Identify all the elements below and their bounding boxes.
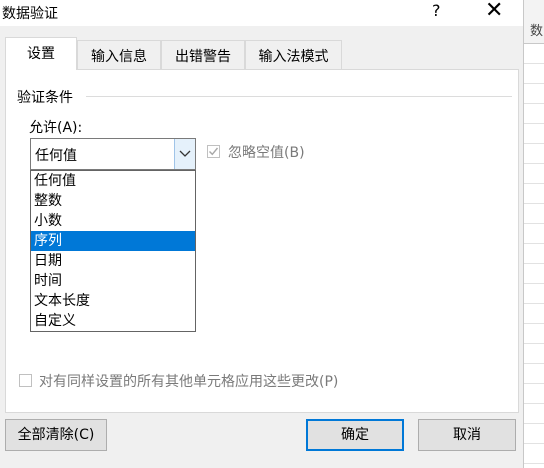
allow-label: 允许(A):: [29, 120, 83, 136]
apply-all-label: 对有同样设置的所有其他单元格应用这些更改(P): [39, 374, 339, 390]
help-button[interactable]: ?: [432, 1, 441, 20]
tab-error-alert[interactable]: 出错警告: [161, 40, 245, 69]
list-item[interactable]: 文本长度: [31, 291, 195, 311]
validation-criteria-label: 验证条件: [17, 90, 73, 106]
chevron-down-icon: [179, 150, 191, 157]
data-validation-dialog: 数据验证 ? ✕ 设置 输入信息 出错警告 输入法模式 验证条件 允许(A): …: [0, 0, 523, 468]
spreadsheet-grid: [524, 44, 544, 468]
allow-dropdown[interactable]: 任何值: [30, 138, 196, 170]
apply-all-checkbox[interactable]: [19, 374, 32, 387]
list-item[interactable]: 自定义: [31, 311, 195, 331]
list-item[interactable]: 日期: [31, 251, 195, 271]
list-item[interactable]: 任何值: [31, 171, 195, 191]
list-item[interactable]: 小数: [31, 211, 195, 231]
ignore-blank-checkbox[interactable]: [207, 145, 220, 158]
title-bar: 数据验证 ? ✕: [0, 0, 523, 26]
ok-button[interactable]: 确定: [306, 419, 404, 451]
ignore-blank-label: 忽略空值(B): [228, 145, 305, 161]
spreadsheet-backdrop: 数: [523, 0, 544, 468]
column-header: 数: [524, 0, 544, 44]
allow-options-list[interactable]: 任何值 整数 小数 序列 日期 时间 文本长度 自定义: [30, 170, 196, 332]
list-item-selected[interactable]: 序列: [31, 231, 195, 251]
list-item[interactable]: 时间: [31, 271, 195, 291]
allow-dropdown-value: 任何值: [35, 148, 77, 164]
dropdown-arrow-button[interactable]: [174, 139, 195, 169]
tab-ime-mode[interactable]: 输入法模式: [245, 40, 342, 69]
group-divider: [86, 96, 512, 97]
tab-input-message[interactable]: 输入信息: [77, 40, 161, 69]
settings-panel: 验证条件 允许(A): 任何值 任何值 整数 小数 序列 日期 时间 文本长度 …: [5, 69, 519, 413]
clear-all-button[interactable]: 全部清除(C): [5, 419, 107, 451]
close-button[interactable]: ✕: [485, 0, 503, 23]
checkmark-icon: [209, 147, 219, 156]
cancel-button[interactable]: 取消: [418, 419, 516, 451]
tab-settings[interactable]: 设置: [5, 37, 77, 70]
list-item[interactable]: 整数: [31, 191, 195, 211]
dialog-title: 数据验证: [2, 6, 58, 22]
